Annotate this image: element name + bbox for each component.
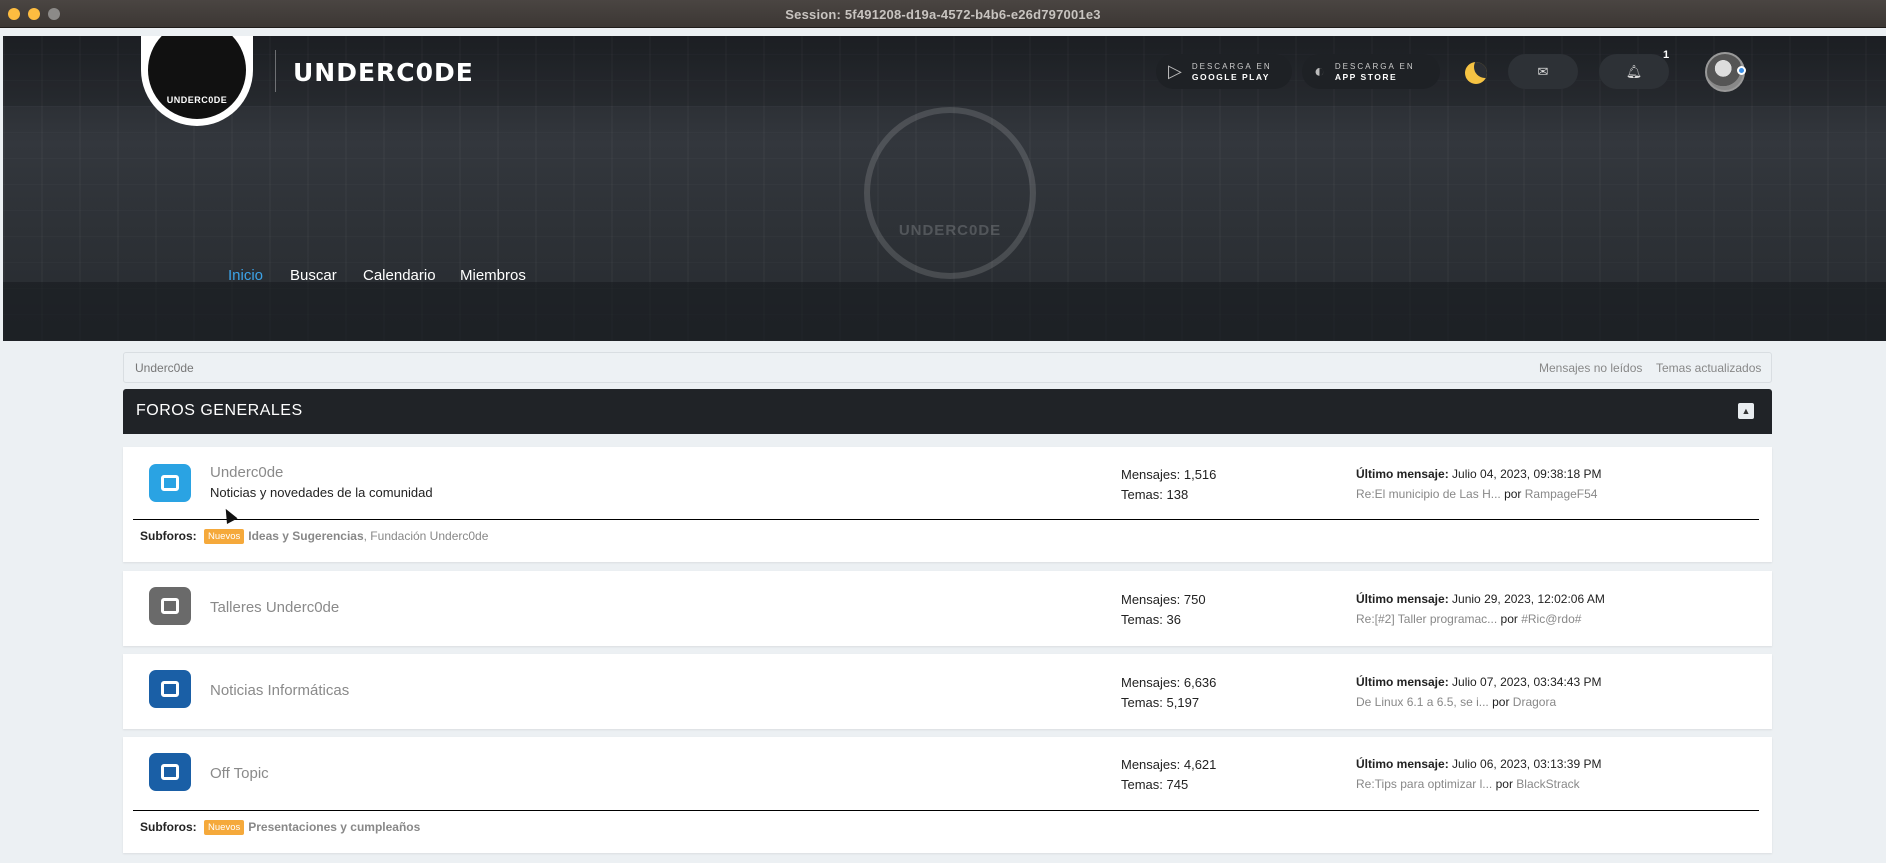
board-topics: Temas: 36 [1121, 612, 1181, 627]
google-play-button[interactable]: ▷ DESCARGA EN GOOGLE PLAY [1156, 54, 1292, 89]
collapse-category-button[interactable]: ▲ [1738, 403, 1754, 419]
app-store-button[interactable]: ◐ DESCARGA EN APP STORE [1302, 54, 1440, 89]
board-row: Talleres Underc0de Mensajes: 750 Temas: … [123, 571, 1772, 646]
new-badge: Nuevos [204, 529, 245, 544]
last-post-subject[interactable]: De Linux 6.1 a 6.5, se i... [1356, 695, 1489, 709]
subforos-list: Subforos: Nuevos Ideas y Sugerencias, Fun… [140, 529, 489, 544]
updated-topics-link[interactable]: Temas actualizados [1656, 361, 1761, 375]
board-topics: Temas: 745 [1121, 777, 1189, 792]
nav-inicio[interactable]: Inicio [228, 267, 263, 284]
board-name[interactable]: Talleres Underc0de [210, 599, 339, 616]
board-name[interactable]: Noticias Informáticas [210, 682, 349, 699]
window-title: Session: 5f491208-d19a-4572-b4b6-e26d797… [785, 7, 1101, 22]
last-post-info: Último mensaje: Julio 06, 2023, 03:13:39… [1356, 757, 1602, 771]
breadcrumb: Underc0de Mensajes no leídos Temas actua… [123, 352, 1772, 383]
last-post-subject[interactable]: Re:Tips para optimizar l... [1356, 777, 1492, 791]
subforos-divider [133, 519, 1759, 520]
logo-text: UNDERC0DE [166, 95, 228, 105]
last-post-author[interactable]: BlackStrack [1516, 777, 1579, 791]
board-posts: Mensajes: 6,636 [1121, 675, 1217, 690]
board-posts: Mensajes: 4,621 [1121, 757, 1217, 772]
board-name[interactable]: Off Topic [210, 765, 269, 782]
category-title: FOROS GENERALES [136, 402, 303, 419]
board-row: Off Topic Mensajes: 4,621 Temas: 745 Últ… [123, 737, 1772, 853]
board-icon[interactable] [149, 587, 191, 625]
last-post-author[interactable]: #Ric@rdo# [1521, 612, 1581, 626]
main-nav [3, 282, 1886, 341]
board-name[interactable]: Underc0de [210, 464, 283, 481]
board-row: Noticias Informáticas Mensajes: 6,636 Te… [123, 654, 1772, 729]
brand-name[interactable]: UNDERC0DE [293, 58, 474, 87]
mail-button[interactable]: ✉ [1508, 54, 1578, 89]
board-topics: Temas: 5,197 [1121, 695, 1200, 710]
subforo-link[interactable]: Ideas y Sugerencias [248, 529, 363, 543]
notification-count-badge: 1 [1663, 49, 1670, 61]
last-post-subject-line: Re:El municipio de Las H... por RampageF… [1356, 487, 1598, 501]
last-post-author[interactable]: RampageF54 [1525, 487, 1598, 501]
nav-miembros[interactable]: Miembros [460, 267, 526, 284]
play-icon: ▷ [1168, 61, 1182, 81]
subforo-link[interactable]: Presentaciones y cumpleaños [248, 820, 420, 834]
last-post-subject[interactable]: Re:[#2] Taller programac... [1356, 612, 1497, 626]
board-topics: Temas: 138 [1121, 487, 1189, 502]
subforo-link[interactable]: , Fundación Underc0de [364, 529, 489, 543]
last-post-subject-line: Re:[#2] Taller programac... por #Ric@rdo… [1356, 612, 1582, 626]
board-description: Noticias y novedades de la comunidad [210, 485, 433, 500]
mail-icon: ✉ [1537, 63, 1549, 79]
subforos-list: Subforos: Nuevos Presentaciones y cumplea… [140, 820, 421, 835]
board-icon[interactable] [149, 670, 191, 708]
last-post-author[interactable]: Dragora [1513, 695, 1556, 709]
last-post-info: Último mensaje: Julio 04, 2023, 09:38:18… [1356, 467, 1602, 481]
breadcrumb-current[interactable]: Underc0de [135, 361, 194, 375]
header-watermark-logo: UNDERC0DE [864, 107, 1036, 279]
bell-icon: 🔔︎ [1625, 63, 1643, 79]
nav-calendario[interactable]: Calendario [363, 267, 436, 284]
subforos-divider [133, 810, 1759, 811]
board-icon[interactable] [149, 753, 191, 791]
notifications-button[interactable]: 🔔︎ [1599, 54, 1669, 89]
board-row: Underc0de Noticias y novedades de la com… [123, 447, 1772, 562]
last-post-info: Último mensaje: Julio 07, 2023, 03:34:43… [1356, 675, 1602, 689]
category-header: FOROS GENERALES ▲ [123, 389, 1772, 434]
apple-icon: ◐ [1314, 61, 1325, 81]
moon-icon[interactable] [1465, 62, 1487, 84]
board-icon[interactable] [149, 464, 191, 502]
site-header: UNDERC0DE UNDERC0DE ▷ DESCARGA EN GOOGLE… [3, 36, 1886, 341]
unread-messages-link[interactable]: Mensajes no leídos [1539, 361, 1642, 375]
nav-buscar[interactable]: Buscar [290, 267, 337, 284]
board-posts: Mensajes: 1,516 [1121, 467, 1217, 482]
board-posts: Mensajes: 750 [1121, 592, 1206, 607]
new-badge: Nuevos [204, 820, 245, 835]
avatar-status-dot [1737, 66, 1746, 75]
last-post-subject[interactable]: Re:El municipio de Las H... [1356, 487, 1501, 501]
last-post-subject-line: Re:Tips para optimizar l... por BlackStr… [1356, 777, 1580, 791]
logo-divider [275, 50, 276, 92]
last-post-subject-line: De Linux 6.1 a 6.5, se i... por Dragora [1356, 695, 1557, 709]
last-post-info: Último mensaje: Junio 29, 2023, 12:02:06… [1356, 592, 1605, 606]
window-titlebar: Session: 5f491208-d19a-4572-b4b6-e26d797… [0, 0, 1886, 28]
